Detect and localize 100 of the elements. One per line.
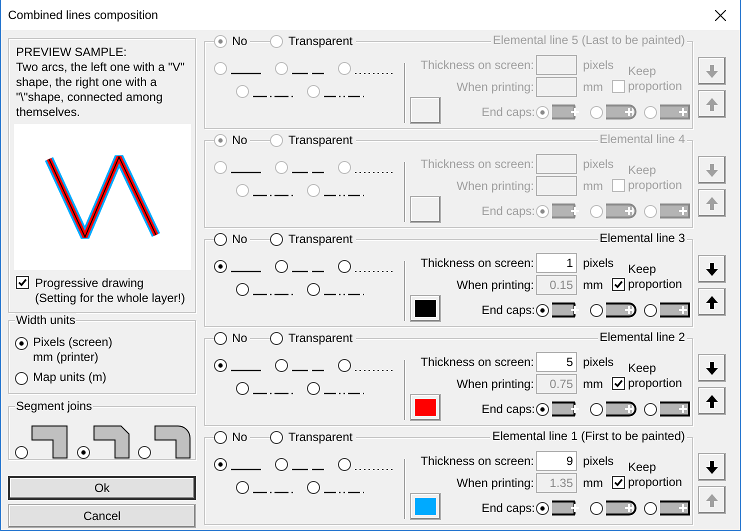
radio-button[interactable] [590,402,603,416]
round-cap-icon [603,104,637,120]
dotted-line-icon [355,270,395,273]
end-caps-label: End caps: [480,402,536,416]
checkbox[interactable] [16,276,29,289]
move-down-button[interactable] [698,354,726,382]
radio-button[interactable] [644,402,657,416]
radio-button[interactable] [270,232,284,246]
move-up-button[interactable] [698,288,726,316]
dash-dot-line-icon [253,95,293,98]
radio-button[interactable] [214,332,227,344]
color-button[interactable] [410,294,441,322]
radio-button[interactable] [15,446,28,459]
radio-button[interactable] [15,337,28,350]
dash-dot-dot-line-icon [324,95,364,98]
radio-button[interactable] [214,260,227,273]
thickness-field[interactable]: 5 [536,352,577,372]
dotted-line-icon [355,369,395,372]
dashed-line-icon [292,72,324,75]
radio-button[interactable] [236,481,249,494]
radio-button[interactable] [275,359,288,372]
style-option-label: No [232,34,248,48]
line-panel-title: Elemental line 4 [598,132,687,146]
radio-button[interactable] [307,283,320,296]
window-title: Combined lines composition [8,8,158,22]
radio-button[interactable] [275,458,288,471]
radio-button[interactable] [338,260,351,273]
dash-dot-dot-line-icon [324,491,364,494]
radio-button[interactable] [590,502,603,514]
unit-label: pixels [582,157,612,171]
round-cap-icon [603,500,637,516]
printing-label: When printing: [456,80,535,94]
move-up-button[interactable] [698,387,726,415]
cancel-button[interactable]: Cancel [8,504,196,528]
radio-button[interactable] [338,359,351,372]
unit-label: mm [582,376,604,390]
dotted-line-icon [355,72,395,75]
printing-label: When printing: [456,476,535,490]
dashed-line-icon [292,468,324,471]
radio-button[interactable] [338,458,351,471]
unit-label: pixels [582,58,612,72]
square-cap-icon [657,401,691,417]
end-caps-label: End caps: [480,501,536,515]
square-cap-icon [657,104,691,120]
radio-button[interactable] [536,502,549,514]
square-cap-icon [657,203,691,219]
up-arrow-icon [706,196,718,210]
color-button[interactable] [410,492,441,520]
thickness-field[interactable]: 1 [536,253,577,273]
radio-button[interactable] [590,304,603,316]
radio-button[interactable] [307,481,320,494]
dash-dot-line-icon [253,491,293,494]
radio-button[interactable] [214,458,227,471]
radio-button[interactable] [270,332,284,344]
move-down-button[interactable] [698,255,726,283]
checkbox[interactable] [612,476,625,489]
thickness-label: Thickness on screen: [420,256,535,270]
radio-button[interactable] [307,382,320,395]
radio-button[interactable] [15,372,28,385]
down-arrow-icon [706,460,718,474]
end-caps-label: End caps: [480,303,536,317]
style-option-label: Transparent [288,232,353,246]
radio-button[interactable] [536,304,549,316]
radio-button[interactable] [536,402,549,416]
down-arrow-icon [706,64,718,78]
radio-button[interactable] [644,304,657,316]
radio-button[interactable] [214,359,227,372]
unit-label: mm [582,80,604,94]
radio-button[interactable] [76,446,90,459]
move-down-button[interactable] [698,453,726,481]
radio-button[interactable] [138,446,151,459]
unit-label: mm [582,178,604,192]
dotted-line-icon [355,171,395,174]
radio-button[interactable] [270,430,284,444]
style-option-label: Transparent [288,132,353,148]
radio-button[interactable] [236,382,249,395]
line-panel-title: Elemental line 2 [598,330,687,344]
keep-proportion-label: Keep proportion [628,262,684,292]
radio-button[interactable] [214,430,227,444]
unit-label: mm [582,278,604,292]
unit-option-label: Pixels (screen) mm (printer) [33,335,112,365]
thickness-label: Thickness on screen: [420,454,535,468]
printing-label: When printing: [456,278,535,292]
color-button[interactable] [410,394,441,420]
checkbox[interactable] [612,377,625,390]
thickness-field[interactable]: 9 [536,451,577,471]
radio-button[interactable] [644,502,657,514]
up-arrow-icon [706,494,718,506]
thickness-label: Thickness on screen: [420,58,535,72]
down-arrow-icon [706,164,718,176]
width-units-title: Width units [15,313,76,327]
radio-button[interactable] [275,260,288,273]
radio-button[interactable] [214,232,227,246]
thickness-label: Thickness on screen: [420,157,535,171]
checkbox[interactable] [612,278,625,291]
solid-line-icon [231,468,261,471]
square-cap-icon [657,302,691,318]
ok-button[interactable]: Ok [8,476,196,500]
round-cap-icon [603,302,637,318]
radio-button[interactable] [236,283,249,296]
